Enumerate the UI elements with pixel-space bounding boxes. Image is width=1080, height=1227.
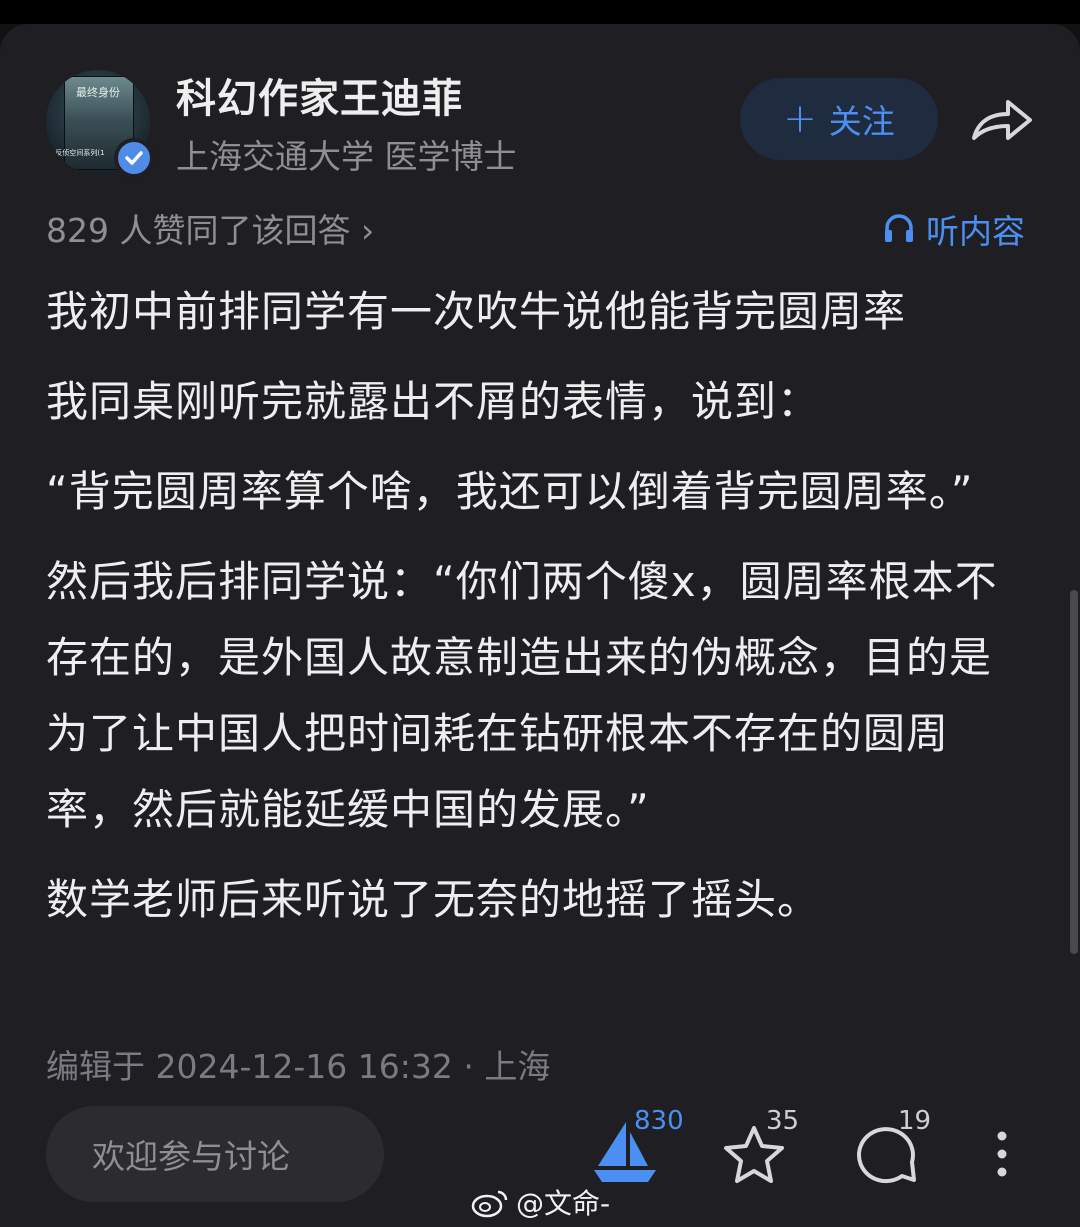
watermark-text: @文命- (516, 1187, 611, 1220)
comment-input[interactable]: 欢迎参与讨论 (46, 1106, 384, 1202)
comment-placeholder: 欢迎参与讨论 (92, 1137, 290, 1176)
content-paragraph: 我初中前排同学有一次吹牛说他能背完圆周率 (46, 287, 907, 336)
verified-badge-icon (114, 138, 154, 178)
edit-info: 编辑于 2024-12-16 16:32 · 上海 (46, 1047, 551, 1086)
follow-button[interactable]: + 关注 (740, 78, 938, 160)
answer-content: 我初中前排同学有一次吹牛说他能背完圆周率 我同桌刚听完就露出不屑的表情，说到： … (46, 274, 1036, 952)
status-bar-edge (0, 0, 1080, 24)
favorite-count: 35 (766, 1106, 800, 1136)
follow-label: 关注 (828, 102, 895, 141)
author-description: 上海交通大学 医学博士 (176, 137, 517, 176)
content-paragraph: “背完圆周率算个啥，我还可以倒着背完圆周率。” (46, 467, 974, 516)
share-arrow-icon[interactable] (968, 92, 1036, 148)
headphones-icon (885, 214, 913, 242)
avatar-book-title: 最终身份 (76, 86, 120, 99)
weibo-logo-icon (471, 1190, 508, 1218)
likes-summary-link[interactable]: 829 人赞同了该回答 › (46, 204, 374, 252)
more-options-button[interactable] (990, 1130, 1014, 1182)
comment-count: 19 (898, 1106, 932, 1136)
scrollbar[interactable] (1070, 590, 1078, 954)
plus-icon: + (783, 96, 817, 142)
upvote-count: 830 (634, 1106, 684, 1136)
weibo-watermark: @文命- (470, 1182, 610, 1222)
author-name[interactable]: 科幻作家王迪菲 (176, 66, 463, 124)
more-vertical-icon (997, 1131, 1007, 1177)
content-paragraph: 数学老师后来听说了无奈的地摇了摇头。 (46, 875, 821, 924)
avatar-book-footer: 反侦空间系列(1 (55, 149, 105, 157)
listen-label: 听内容 (926, 212, 1025, 251)
content-paragraph: 然后我后排同学说：“你们两个傻x，圆周率根本不存在的，是外国人故意制造出来的伪概… (46, 557, 998, 834)
listen-content-button[interactable]: 听内容 (882, 206, 1025, 252)
content-paragraph: 我同桌刚听完就露出不屑的表情，说到： (46, 377, 821, 426)
